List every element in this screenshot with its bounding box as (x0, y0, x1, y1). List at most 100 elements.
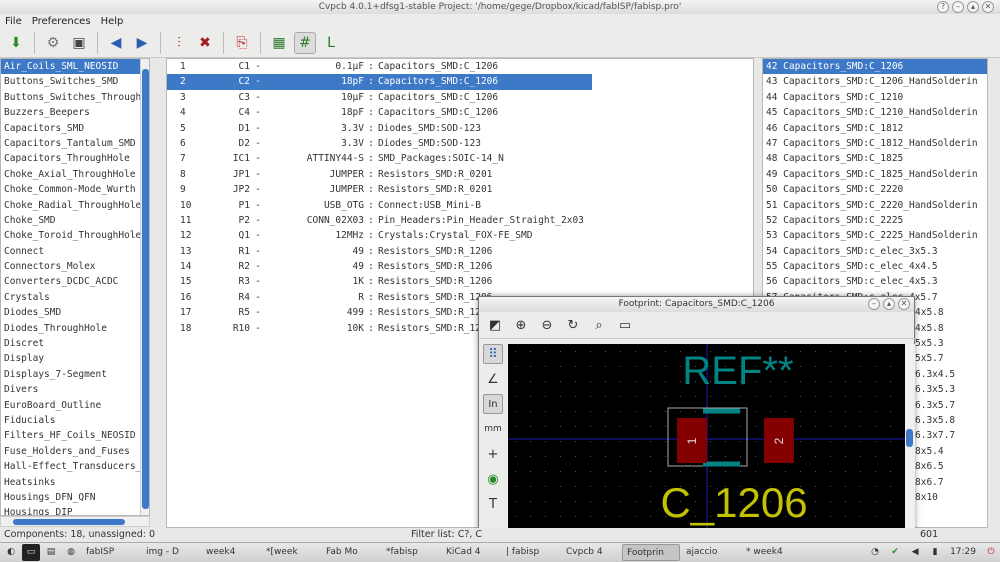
library-item[interactable]: Choke_SMD (1, 213, 149, 228)
taskbar-item[interactable]: | fabisp (502, 544, 560, 561)
footprint-canvas-scrollbar[interactable] (905, 344, 915, 530)
library-item[interactable]: Buzzers_Beepers (1, 105, 149, 120)
component-row[interactable]: 6 D2- 3.3V: Diodes_SMD:SOD-123 (167, 136, 753, 151)
library-item[interactable]: Capacitors_ThroughHole (1, 151, 149, 166)
footprint-item[interactable]: 46 Capacitors_SMD:C_1812 (763, 121, 987, 136)
component-row[interactable]: 15 R3- 1K: Resistors_SMD:R_1206 (167, 274, 753, 289)
library-hscrollbar[interactable] (0, 516, 150, 527)
menu-file[interactable]: File (5, 14, 22, 29)
taskbar-item[interactable]: Cvpcb 4 (562, 544, 620, 561)
app-menu-icon[interactable]: ◐ (2, 544, 20, 561)
taskbar-item[interactable]: * week4 (742, 544, 800, 561)
zoom-out-icon[interactable]: ⊖ (537, 315, 557, 335)
footprint-item[interactable]: 42 Capacitors_SMD:C_1206 (763, 59, 987, 75)
files-icon[interactable]: ▤ (42, 544, 60, 561)
footprint-item[interactable]: 47 Capacitors_SMD:C_1812_HandSolderin (763, 136, 987, 151)
save-icon[interactable]: ⬇ (5, 32, 27, 54)
grid-icon[interactable]: ⠿ (483, 344, 503, 364)
close-icon[interactable]: ✕ (898, 298, 910, 310)
volume-icon[interactable]: ◀ (906, 544, 924, 561)
taskbar-item[interactable]: fabISP (82, 544, 140, 561)
terminal-icon[interactable]: ▭ (22, 544, 40, 561)
footprint-item[interactable]: 44 Capacitors_SMD:C_1210 (763, 90, 987, 105)
component-row[interactable]: 3 C3- 10μF: Capacitors_SMD:C_1206 (167, 90, 753, 105)
library-item[interactable]: Housings_DIP (1, 505, 149, 515)
component-row[interactable]: 12 Q1- 12MHz: Crystals:Crystal_FOX-FE_SMD (167, 228, 753, 243)
footprint-item[interactable]: 51 Capacitors_SMD:C_2220_HandSolderin (763, 198, 987, 213)
library-item[interactable]: Discret (1, 336, 149, 351)
library-item[interactable]: Choke_Common-Mode_Wurth (1, 182, 149, 197)
taskbar-item[interactable]: KiCad 4 (442, 544, 500, 561)
settings-icon[interactable]: ⚙ (42, 32, 64, 54)
units-mm-icon[interactable]: mm (483, 419, 503, 439)
library-hscroll-thumb[interactable] (13, 519, 125, 525)
minimize-icon[interactable]: – (952, 1, 964, 13)
pdf-doc-icon[interactable]: ⎘ (231, 32, 253, 54)
footprint-item[interactable]: 55 Capacitors_SMD:c_elec_4x4.5 (763, 259, 987, 274)
taskbar-item[interactable]: img - D (142, 544, 200, 561)
library-item[interactable]: Capacitors_Tantalum_SMD (1, 136, 149, 151)
menu-preferences[interactable]: Preferences (32, 14, 91, 29)
filter-keywords-icon[interactable]: ▦ (268, 32, 290, 54)
library-item[interactable]: Hall-Effect_Transducers_L (1, 459, 149, 474)
cursor-shape-icon[interactable]: + (483, 444, 503, 464)
next-icon[interactable]: ▶ (131, 32, 153, 54)
help-icon[interactable]: ? (937, 1, 949, 13)
library-item[interactable]: Display (1, 351, 149, 366)
battery-icon[interactable]: ▮ (926, 544, 944, 561)
wifi-icon[interactable]: ◔ (866, 544, 884, 561)
footprint-canvas[interactable]: REF** 1 2 C_1206 (508, 344, 905, 530)
component-row[interactable]: 10 P1- USB_OTG: Connect:USB_Mini-B (167, 198, 753, 213)
footprint-item[interactable]: 45 Capacitors_SMD:C_1210_HandSolderin (763, 105, 987, 120)
footprint-item[interactable]: 53 Capacitors_SMD:C_2225_HandSolderin (763, 228, 987, 243)
library-item[interactable]: Displays_7-Segment (1, 367, 149, 382)
taskbar-item[interactable]: week4 (202, 544, 260, 561)
footprint-item[interactable]: 43 Capacitors_SMD:C_1206_HandSolderin (763, 74, 987, 89)
component-row[interactable]: 2 C2- 18pF: Capacitors_SMD:C_1206 (167, 74, 592, 90)
footprint-item[interactable]: 50 Capacitors_SMD:C_2220 (763, 182, 987, 197)
library-scrollbar[interactable] (140, 59, 149, 515)
redraw-icon[interactable]: ↻ (563, 315, 583, 335)
component-row[interactable]: 7 IC1- ATTINY44-S: SMD_Packages:SOIC-14_N (167, 151, 753, 166)
footprint-item[interactable]: 56 Capacitors_SMD:c_elec_4x5.3 (763, 274, 987, 289)
library-item[interactable]: Fuse_Holders_and_Fuses (1, 444, 149, 459)
maximize-icon[interactable]: ▴ (883, 298, 895, 310)
library-item[interactable]: Divers (1, 382, 149, 397)
library-item[interactable]: Choke_Axial_ThroughHole (1, 167, 149, 182)
footprint-item[interactable]: 54 Capacitors_SMD:c_elec_3x5.3 (763, 244, 987, 259)
previous-icon[interactable]: ◀ (105, 32, 127, 54)
display-options-icon[interactable]: ▭ (615, 315, 635, 335)
library-item[interactable]: Crystals (1, 290, 149, 305)
footprint-item[interactable]: 48 Capacitors_SMD:C_1825 (763, 151, 987, 166)
minimize-icon[interactable]: – (868, 298, 880, 310)
component-row[interactable]: 4 C4- 18pF: Capacitors_SMD:C_1206 (167, 105, 753, 120)
zoom-fit-icon[interactable]: ⌕ (589, 315, 609, 335)
auto-associate-icon[interactable]: ⫶ (168, 32, 190, 54)
menu-help[interactable]: Help (101, 14, 124, 29)
3d-view-icon[interactable]: ◩ (485, 315, 505, 335)
library-item[interactable]: Fiducials (1, 413, 149, 428)
library-item[interactable]: Connect (1, 244, 149, 259)
library-item[interactable]: Buttons_Switches_SMD (1, 74, 149, 89)
taskbar-item[interactable]: *fabisp (382, 544, 440, 561)
update-icon[interactable]: ✔ (886, 544, 904, 561)
library-item[interactable]: Capacitors_SMD (1, 121, 149, 136)
browser-icon[interactable]: ◍ (62, 544, 80, 561)
filter-pincount-icon[interactable]: # (294, 32, 316, 54)
library-item[interactable]: Buttons_Switches_ThroughH (1, 90, 149, 105)
component-row[interactable]: 9 JP2- JUMPER: Resistors_SMD:R_0201 (167, 182, 753, 197)
component-row[interactable]: 11 P2- CONN_02X03: Pin_Headers:Pin_Header_S… (167, 213, 753, 228)
maximize-icon[interactable]: ▴ (967, 1, 979, 13)
component-row[interactable]: 13 R1- 49: Resistors_SMD:R_1206 (167, 244, 753, 259)
taskbar-item[interactable]: ajaccio (682, 544, 740, 561)
units-inch-icon[interactable]: In (483, 394, 503, 414)
library-item[interactable]: Diodes_SMD (1, 305, 149, 320)
taskbar-item[interactable]: Footprin (622, 544, 680, 561)
footprint-item[interactable]: 52 Capacitors_SMD:C_2225 (763, 213, 987, 228)
footprint-item[interactable]: 49 Capacitors_SMD:C_1825_HandSolderin (763, 167, 987, 182)
component-row[interactable]: 1 C1- 0.1μF: Capacitors_SMD:C_1206 (167, 59, 753, 74)
library-item[interactable]: Converters_DCDC_ACDC (1, 274, 149, 289)
zoom-in-icon[interactable]: ⊕ (511, 315, 531, 335)
taskbar-item[interactable]: Fab Mo (322, 544, 380, 561)
library-item[interactable]: Choke_Radial_ThroughHole (1, 198, 149, 213)
